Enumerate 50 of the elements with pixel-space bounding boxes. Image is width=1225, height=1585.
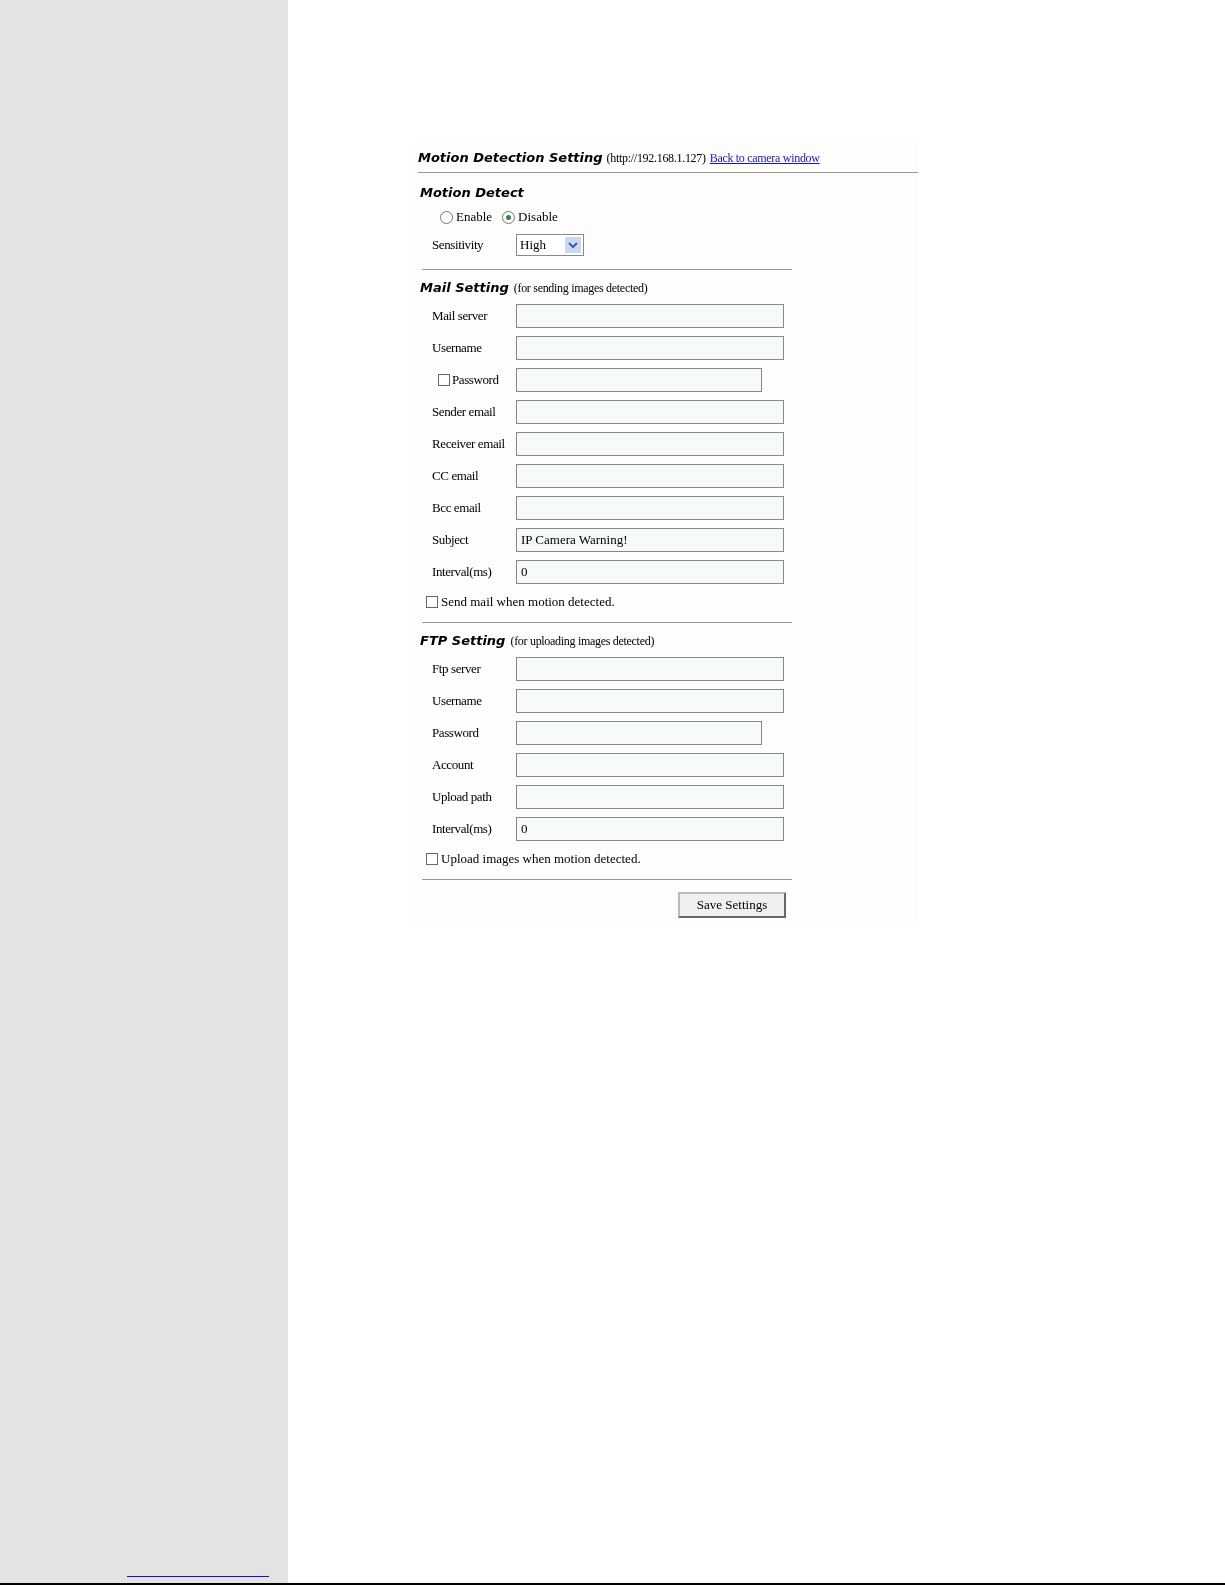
checkbox-label: Send mail when motion detected.: [441, 594, 615, 610]
field-label: Password: [452, 372, 499, 388]
save-button[interactable]: Save Settings: [678, 892, 786, 918]
address-text: (http://192.168.1.127): [606, 151, 706, 166]
field-label: Interval(ms): [431, 564, 493, 580]
input-field[interactable]: [516, 336, 784, 360]
input-field[interactable]: [516, 785, 784, 809]
input-field[interactable]: IP Camera Warning!: [516, 528, 784, 552]
page-title: Motion Detection Setting: [418, 150, 603, 165]
field-label: Upload path: [431, 789, 493, 805]
input-field[interactable]: [516, 657, 784, 681]
input-field[interactable]: [516, 464, 784, 488]
checkbox[interactable]: [426, 596, 438, 608]
section-heading: Motion Detect: [420, 185, 524, 200]
field-label: Sensitivity: [431, 237, 485, 253]
sensitivity-dropdown[interactable]: High: [516, 234, 584, 256]
input-field[interactable]: 0: [516, 817, 784, 841]
password-field[interactable]: [516, 721, 762, 745]
field-label: Interval(ms): [431, 821, 493, 837]
field-label: Receiver email: [431, 436, 506, 452]
checkbox-label: Upload images when motion detected.: [441, 851, 641, 867]
section-note: (for sending images detected): [513, 281, 648, 296]
radio-button[interactable]: [440, 210, 453, 224]
field-label: Username: [431, 693, 483, 709]
checkbox[interactable]: [438, 374, 450, 386]
section-note: (for uploading images detected): [510, 634, 655, 649]
input-field[interactable]: [516, 496, 784, 520]
checkbox[interactable]: [426, 853, 438, 865]
field-label: Mail server: [431, 308, 489, 324]
radio-label: Disable: [518, 209, 558, 225]
field-label: Ftp server: [431, 661, 482, 677]
input-field[interactable]: [516, 304, 784, 328]
field-label: Account: [431, 757, 475, 773]
field-label: Password: [431, 725, 480, 741]
input-field[interactable]: 0: [516, 560, 784, 584]
field-label: Username: [431, 340, 483, 356]
field-label: Subject: [431, 532, 470, 548]
input-field[interactable]: [516, 432, 784, 456]
field-label: Sender email: [431, 404, 497, 420]
section-heading: FTP Setting: [420, 633, 506, 648]
input-field[interactable]: [516, 753, 784, 777]
radio-label: Enable: [456, 209, 493, 225]
field-label: Bcc email: [431, 500, 482, 516]
section-heading: Mail Setting: [420, 280, 509, 295]
password-field[interactable]: [516, 368, 762, 392]
radio-button[interactable]: [502, 210, 516, 224]
field-label: CC email: [431, 468, 480, 484]
input-field[interactable]: [516, 400, 784, 424]
input-field[interactable]: [516, 689, 784, 713]
back-link[interactable]: Back to camera window: [709, 151, 820, 166]
